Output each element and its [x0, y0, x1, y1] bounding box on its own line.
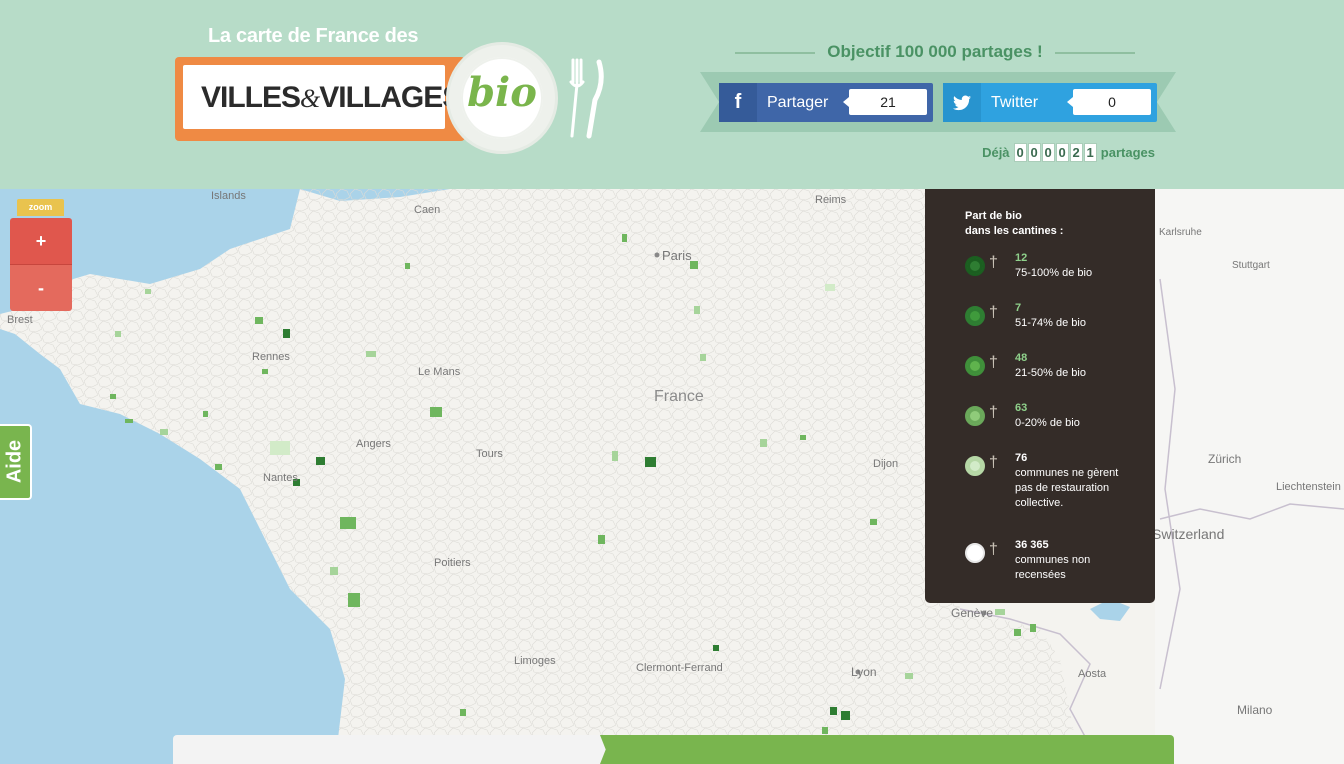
- facebook-share-count: 21: [843, 89, 927, 115]
- plate-icon: [965, 456, 985, 476]
- help-tab-label: Aide: [3, 439, 26, 484]
- place-label: Reims: [815, 194, 847, 206]
- map-legend: Part de bio dans les cantines : † 12 75-10…: [925, 189, 1155, 603]
- help-tab[interactable]: Aide: [0, 424, 32, 500]
- place-label: Liechtenstein: [1276, 481, 1341, 493]
- divider-left: [735, 51, 816, 54]
- legend-count: 36 365: [1015, 539, 1049, 551]
- zoom-out-button[interactable]: -: [10, 265, 72, 311]
- legend-count: 48: [1015, 352, 1028, 364]
- facebook-share-button[interactable]: f Partager 21: [719, 83, 933, 122]
- twitter-icon: [943, 83, 981, 122]
- plate-icon: [965, 256, 985, 276]
- divider-right: [1054, 51, 1135, 54]
- counter-digit: 0: [1013, 143, 1027, 162]
- place-label: Limoges: [514, 655, 556, 667]
- place-label: Lyon: [851, 665, 877, 679]
- logo-villes: VILLES: [201, 81, 301, 114]
- legend-count: 76: [1015, 452, 1028, 464]
- share-counter-suffix: partages: [1100, 145, 1155, 160]
- logo-bio: bio: [467, 69, 537, 116]
- place-label: Brest: [7, 314, 33, 326]
- fork-icon: †: [989, 404, 998, 421]
- facebook-share-label: Partager: [767, 94, 829, 111]
- place-label: Stuttgart: [1232, 260, 1270, 271]
- logo[interactable]: VILLES&VILLAGES: [175, 57, 465, 141]
- place-label: Le Mans: [418, 366, 461, 378]
- place-label: Clermont-Ferrand: [636, 662, 723, 674]
- logo-tagline: La carte de France des: [208, 25, 419, 47]
- legend-description: communes ne gèrent pas de restauration c…: [1015, 467, 1119, 509]
- plate-icon: [965, 543, 985, 563]
- place-label: Caen: [414, 204, 441, 216]
- fork-icon: †: [989, 304, 998, 321]
- legend-count: 12: [1015, 252, 1028, 264]
- place-label: Paris: [662, 248, 692, 263]
- page-header: La carte de France des VILLES&VILLAGES b…: [0, 0, 1344, 189]
- twitter-share-count: 0: [1067, 89, 1151, 115]
- fork-icon: †: [989, 454, 998, 471]
- place-label: Islands: [211, 190, 246, 202]
- place-label: Karlsruhe: [1159, 227, 1202, 238]
- legend-description: 75-100% de bio: [1015, 267, 1093, 279]
- cutlery-icon: [569, 58, 604, 139]
- objectif-text: Objectif 100 000 partages !: [827, 42, 1043, 61]
- twitter-share-button[interactable]: Twitter 0: [943, 83, 1157, 122]
- place-label: Nantes: [263, 472, 298, 484]
- legend-description: 0-20% de bio: [1015, 417, 1080, 429]
- fork-icon: †: [989, 541, 998, 558]
- zoom-label: zoom: [17, 199, 64, 216]
- counter-digit: 2: [1069, 143, 1083, 162]
- place-label: Rennes: [252, 351, 290, 363]
- twitter-share-label: Twitter: [991, 94, 1039, 111]
- place-label: Angers: [356, 438, 391, 450]
- facebook-icon: f: [719, 83, 757, 122]
- legend-description: 21-50% de bio: [1015, 367, 1086, 379]
- legend-description: communes non recensées: [1015, 554, 1091, 581]
- plate-icon: [965, 356, 985, 376]
- zoom-in-button[interactable]: +: [10, 218, 72, 265]
- counter-digit: 1: [1083, 143, 1097, 162]
- logo-plate: bio: [446, 42, 558, 154]
- plate-icon: [965, 406, 985, 426]
- legend-count: 7: [1015, 302, 1022, 314]
- place-label: Genève: [951, 606, 994, 620]
- logo-villages: VILLAGES: [319, 81, 462, 114]
- legend-count: 63: [1015, 402, 1028, 414]
- place-label: Zürich: [1208, 452, 1242, 466]
- place-label: Poitiers: [434, 557, 471, 569]
- bottom-action-bar[interactable]: [600, 735, 1174, 764]
- legend-subtitle: dans les cantines :: [965, 225, 1064, 237]
- share-counter-prefix: Déjà: [982, 145, 1010, 160]
- place-label: France: [654, 388, 704, 405]
- legend-description: 51-74% de bio: [1015, 317, 1086, 329]
- fork-icon: †: [989, 254, 998, 271]
- counter-digit: 0: [1041, 143, 1055, 162]
- legend-title: Part de bio: [965, 210, 1022, 222]
- place-label: Tours: [476, 448, 503, 460]
- place-label: Aosta: [1078, 668, 1107, 680]
- fork-icon: †: [989, 354, 998, 371]
- logo-ampersand: &: [300, 84, 320, 113]
- place-label: Dijon: [873, 458, 899, 470]
- counter-digit: 0: [1027, 143, 1041, 162]
- counter-digit: 0: [1055, 143, 1069, 162]
- share-counter: Déjà 000021 partages: [960, 143, 1155, 162]
- place-label: Milano: [1237, 703, 1273, 717]
- place-label: Switzerland: [1152, 526, 1225, 542]
- plate-icon: [965, 306, 985, 326]
